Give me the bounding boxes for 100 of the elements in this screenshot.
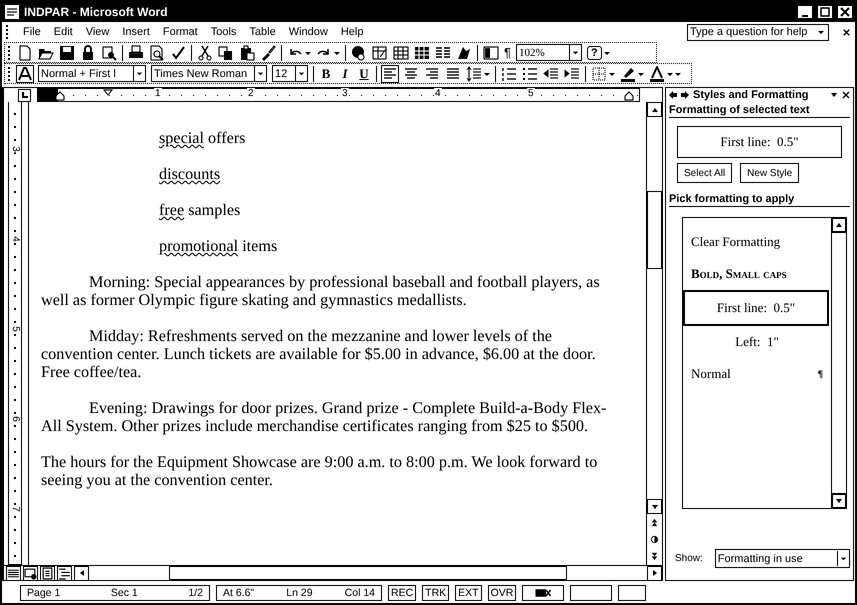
style-item[interactable]: Normal ¶ (683, 358, 831, 390)
maximize-button[interactable] (817, 5, 833, 19)
print-preview-icon[interactable] (149, 44, 165, 60)
bullets-icon[interactable] (522, 66, 538, 82)
spelling-status-icon[interactable] (534, 588, 552, 598)
menu-item[interactable]: Window (288, 26, 328, 38)
web-layout-icon[interactable] (23, 566, 38, 580)
toolbar-options-icon[interactable] (675, 70, 681, 76)
minimize-button[interactable] (797, 5, 813, 19)
help-button[interactable]: ? (586, 46, 602, 60)
style-dropdown[interactable]: Normal + First l (38, 65, 146, 82)
menu-item[interactable]: Help (340, 26, 364, 38)
caret-icon[interactable] (667, 70, 673, 76)
caret-icon[interactable] (484, 70, 490, 76)
paintbrush-icon[interactable] (260, 44, 276, 60)
save-icon[interactable] (59, 44, 75, 60)
style-item[interactable]: Clear Formatting (683, 226, 831, 258)
table-pencil-icon[interactable] (372, 44, 388, 60)
mode-indicator[interactable]: OVR (488, 585, 516, 601)
select-all-button[interactable]: Select All (677, 163, 732, 183)
lock-icon[interactable] (80, 44, 96, 60)
menu-item[interactable]: Edit (54, 26, 73, 38)
scroll-thumb[interactable] (647, 191, 662, 269)
style-item[interactable]: Left: 1" (683, 326, 831, 358)
horizontal-scrollbar[interactable] (74, 566, 662, 580)
zoom-dropdown[interactable]: 102% (516, 44, 582, 61)
scroll-thumb[interactable] (169, 566, 567, 580)
mode-indicator[interactable]: TRK (422, 585, 450, 601)
caret-icon[interactable] (638, 70, 644, 76)
back-arrow-icon[interactable] (669, 91, 677, 99)
print-layout-icon[interactable] (40, 566, 55, 580)
dropdown-arrow-icon[interactable] (830, 91, 838, 99)
help-search-field[interactable]: Type a question for help (687, 24, 829, 40)
forward-arrow-icon[interactable] (681, 91, 689, 99)
previous-page-icon[interactable] (650, 518, 659, 527)
italic-button[interactable]: I (338, 66, 352, 82)
font-dropdown[interactable]: Times New Roman (151, 65, 267, 82)
spreadsheet-icon[interactable] (414, 44, 430, 60)
font-size-dropdown[interactable]: 12 (272, 65, 308, 82)
scroll-up-button[interactable] (647, 102, 662, 117)
document-map-icon[interactable] (483, 44, 499, 60)
paste-icon[interactable] (239, 44, 255, 60)
left-indent-marker[interactable] (55, 91, 65, 101)
show-dropdown[interactable]: Formatting in use (714, 549, 850, 568)
copy-icon[interactable] (218, 44, 234, 60)
close-button[interactable] (837, 5, 853, 19)
style-item[interactable]: Bold, Small caps (683, 258, 831, 290)
scissors-icon[interactable] (197, 44, 213, 60)
dropdown-arrow-icon[interactable] (817, 28, 825, 36)
menu-item[interactable]: Table (249, 26, 276, 38)
close-icon[interactable] (842, 91, 850, 99)
tab-selector-button[interactable] (18, 88, 31, 102)
spelling-check-icon[interactable] (170, 44, 186, 60)
show-formatting-button[interactable]: ¶ (504, 45, 511, 60)
highlighter-icon[interactable] (620, 66, 636, 82)
normal-view-icon[interactable] (6, 566, 21, 580)
menu-item[interactable]: Tools (210, 26, 236, 38)
style-item[interactable]: First line: 0.5" (683, 290, 829, 326)
borders-icon[interactable] (591, 66, 607, 82)
close-icon[interactable] (842, 28, 851, 36)
underline-button[interactable]: U (357, 66, 371, 82)
right-indent-marker[interactable] (624, 91, 634, 101)
align-left-icon[interactable] (382, 66, 398, 82)
scroll-right-button[interactable] (647, 566, 662, 580)
mode-indicator[interactable]: EXT (455, 585, 482, 601)
new-style-button[interactable]: New Style (740, 163, 800, 183)
align-right-icon[interactable] (424, 66, 440, 82)
bold-button[interactable]: B (319, 66, 333, 82)
caret-icon[interactable] (609, 70, 615, 76)
justify-icon[interactable] (445, 66, 461, 82)
outline-view-icon[interactable] (57, 566, 72, 580)
scroll-left-button[interactable] (74, 566, 89, 580)
new-document-icon[interactable] (17, 44, 33, 60)
toolbar-options-icon[interactable] (604, 50, 610, 56)
drawing-icon[interactable] (456, 44, 472, 60)
research-icon[interactable] (101, 44, 117, 60)
scroll-down-button[interactable] (832, 494, 846, 508)
menu-item[interactable]: File (23, 26, 41, 38)
menu-item[interactable]: View (86, 26, 110, 38)
browse-object-icon[interactable] (650, 535, 659, 544)
status-panel[interactable] (522, 585, 564, 601)
font-color-icon[interactable] (649, 66, 665, 82)
decrease-indent-icon[interactable] (543, 66, 559, 82)
mode-indicator[interactable]: REC (388, 585, 416, 601)
menu-item[interactable]: Insert (122, 26, 150, 38)
table-grid-icon[interactable] (393, 44, 409, 60)
print-icon[interactable] (128, 44, 144, 60)
styles-icon[interactable] (17, 66, 33, 82)
scroll-up-button[interactable] (832, 218, 846, 232)
increase-indent-icon[interactable] (564, 66, 580, 82)
columns-icon[interactable] (435, 44, 451, 60)
caret-icon[interactable] (334, 50, 340, 56)
vertical-scrollbar[interactable] (646, 102, 662, 565)
next-page-icon[interactable] (650, 552, 659, 561)
caret-icon[interactable] (305, 50, 311, 56)
align-center-icon[interactable] (403, 66, 419, 82)
menu-item[interactable]: Format (162, 26, 198, 38)
scroll-down-button[interactable] (647, 499, 662, 514)
globe-icon[interactable] (351, 44, 367, 60)
numbering-icon[interactable] (501, 66, 517, 82)
